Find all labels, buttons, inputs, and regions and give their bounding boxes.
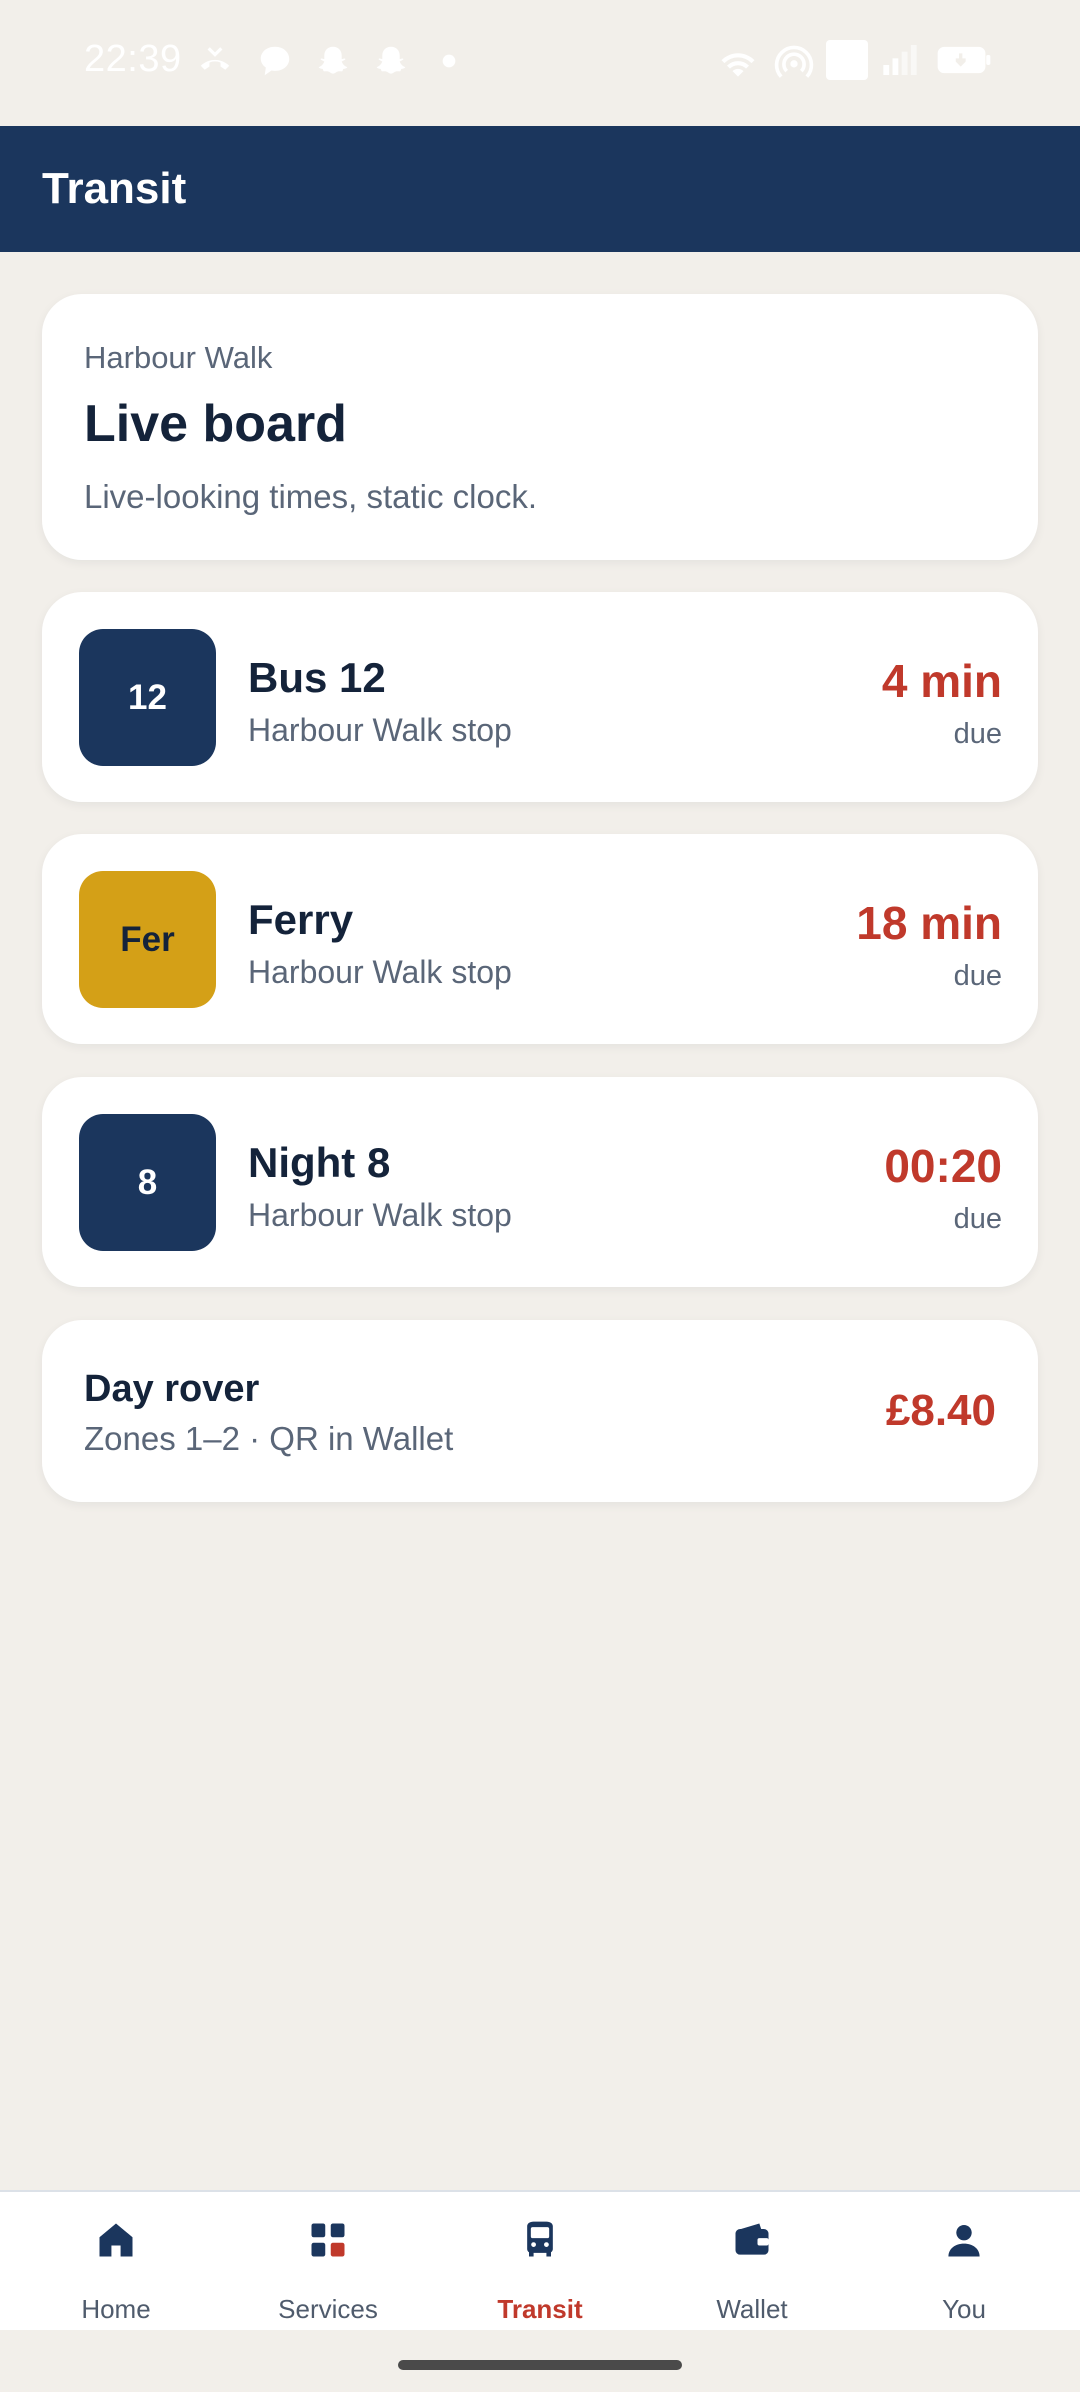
route-stop: Harbour Walk stop (248, 712, 512, 748)
home-icon (99, 2223, 133, 2257)
departure-row-bus-12[interactable]: 12 Bus 12 Harbour Walk stop 4 min due (42, 592, 1038, 802)
eta-time: 00:20 (884, 1140, 1002, 1192)
live-board-title: Live board (84, 395, 347, 453)
nav-item-transit[interactable]: Transit (432, 2192, 648, 2332)
live-board-card: Harbour Walk Live board Live-looking tim… (42, 294, 1038, 560)
eta-due-label: due (953, 1203, 1002, 1235)
route-badge: 8 (79, 1114, 216, 1251)
nav-item-you[interactable]: You (856, 2192, 1072, 2332)
bottom-navigation: Home Services Transit Wallet You (0, 2190, 1080, 2332)
day-rover-ticket-card[interactable]: Day rover Zones 1–2 · QR in Wallet £8.40 (42, 1320, 1038, 1502)
home-gesture-bar[interactable] (398, 2360, 682, 2370)
stop-name-label: Harbour Walk (84, 340, 273, 375)
bus-icon (527, 2221, 553, 2257)
eta-time: 18 min (856, 897, 1002, 949)
eta-due-label: due (953, 718, 1002, 750)
departure-row-ferry[interactable]: Fer Ferry Harbour Walk stop 18 min due (42, 834, 1038, 1044)
battery-charging-icon (937, 46, 991, 74)
person-icon (948, 2224, 980, 2257)
ticket-subtitle: Zones 1–2 · QR in Wallet (84, 1420, 454, 1457)
wallet-icon (735, 2223, 769, 2255)
vowifi-icon (826, 40, 868, 80)
route-stop: Harbour Walk stop (248, 954, 512, 990)
route-badge: Fer (79, 871, 216, 1008)
app-bar: Transit (0, 126, 1080, 252)
nav-label: Home (81, 2294, 151, 2324)
status-bar: 22:39 (0, 0, 1080, 126)
chat-bubble-icon (260, 46, 290, 76)
status-time: 22:39 (84, 38, 182, 80)
nav-label: Services (278, 2294, 378, 2324)
eta-due-label: due (953, 960, 1002, 992)
hotspot-icon (774, 45, 814, 78)
grid-icon (311, 2223, 345, 2257)
ticket-price: £8.40 (885, 1386, 996, 1435)
cellular-signal-icon (883, 45, 917, 75)
page-title: Transit (42, 164, 187, 213)
nav-label: Wallet (716, 2294, 788, 2324)
nav-label: You (942, 2294, 986, 2324)
missed-call-icon (200, 47, 230, 70)
nav-item-wallet[interactable]: Wallet (644, 2192, 860, 2332)
nav-item-home[interactable]: Home (8, 2192, 224, 2332)
route-name: Night 8 (248, 1139, 391, 1186)
route-name: Bus 12 (248, 654, 386, 701)
route-stop: Harbour Walk stop (248, 1197, 512, 1233)
gesture-area (0, 2330, 1080, 2392)
eta-time: 4 min (881, 655, 1002, 707)
nav-item-services[interactable]: Services (220, 2192, 436, 2332)
live-board-subtitle: Live-looking times, static clock. (84, 478, 537, 515)
wifi-icon (721, 53, 755, 77)
route-name: Ferry (248, 896, 354, 943)
dot-icon (442, 54, 456, 68)
ticket-title: Day rover (84, 1368, 260, 1410)
nav-label: Transit (497, 2294, 583, 2324)
snapchat-ghost-icon (376, 46, 406, 74)
route-badge: 12 (79, 629, 216, 766)
snapchat-ghost-icon (318, 46, 348, 74)
departure-row-night-8[interactable]: 8 Night 8 Harbour Walk stop 00:20 due (42, 1077, 1038, 1287)
